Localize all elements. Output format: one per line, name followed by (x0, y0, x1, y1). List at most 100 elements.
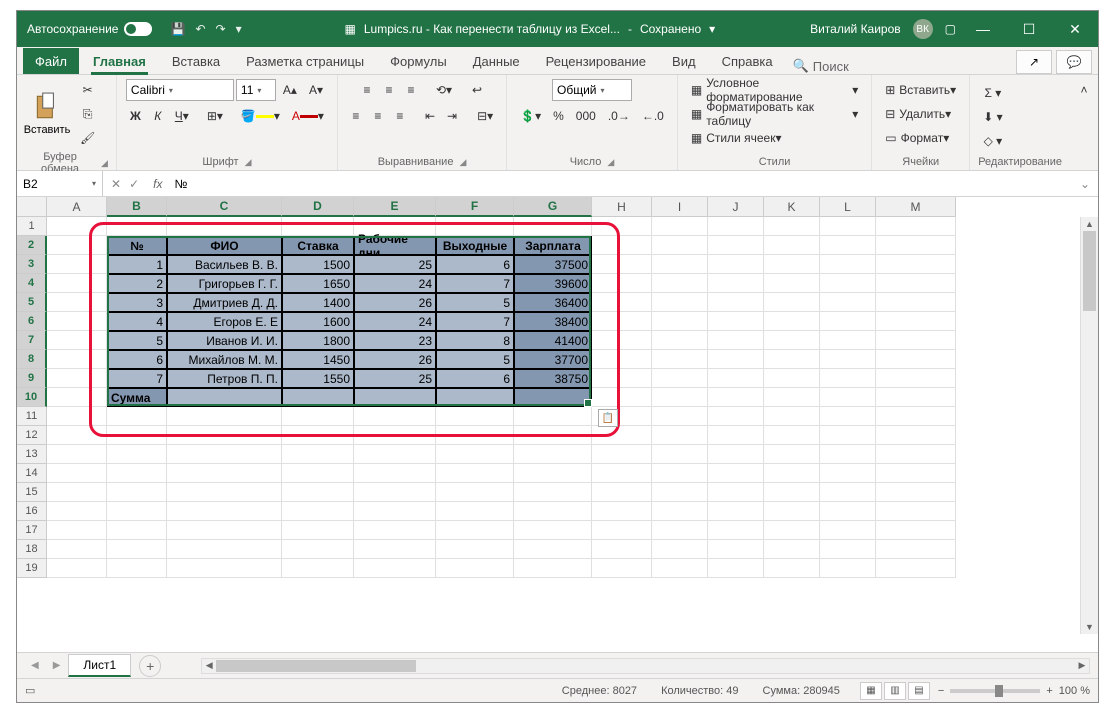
cell[interactable] (652, 464, 708, 483)
cell[interactable] (592, 559, 652, 578)
table-cell[interactable]: 8 (436, 331, 514, 350)
cell[interactable] (592, 483, 652, 502)
cell[interactable] (764, 388, 820, 407)
cell[interactable] (764, 426, 820, 445)
cell[interactable] (592, 274, 652, 293)
scroll-down-icon[interactable]: ▼ (1081, 620, 1098, 634)
table-cell[interactable]: 1550 (282, 369, 354, 388)
cell[interactable] (764, 502, 820, 521)
cell[interactable] (876, 369, 956, 388)
cell[interactable] (876, 388, 956, 407)
cell[interactable] (764, 540, 820, 559)
cell[interactable] (47, 445, 107, 464)
table-cell[interactable]: 37500 (514, 255, 592, 274)
page-layout-button[interactable]: ▥ (884, 682, 906, 700)
cell[interactable] (47, 293, 107, 312)
cell[interactable] (820, 255, 876, 274)
cell[interactable] (820, 540, 876, 559)
tab-Главная[interactable]: Главная (81, 48, 158, 74)
cell[interactable] (282, 521, 354, 540)
cell-styles-button[interactable]: ▦ Стили ячеек ▾ (686, 127, 787, 149)
cell[interactable] (354, 559, 436, 578)
cell[interactable] (820, 331, 876, 350)
cell[interactable] (592, 236, 652, 255)
fx-icon[interactable]: fx (147, 177, 168, 191)
row-header-18[interactable]: 18 (17, 540, 47, 559)
cell[interactable] (592, 293, 652, 312)
table-cell[interactable]: 26 (354, 293, 436, 312)
number-format-combo[interactable]: Общий▾ (552, 79, 632, 101)
cell[interactable] (708, 502, 764, 521)
col-header-J[interactable]: J (708, 197, 764, 217)
col-header-D[interactable]: D (282, 197, 354, 217)
table-cell[interactable]: 7 (436, 274, 514, 293)
cell[interactable] (354, 521, 436, 540)
table-cell[interactable]: Васильев В. В. (167, 255, 282, 274)
cell[interactable] (652, 559, 708, 578)
sheet-nav-prev[interactable]: ◀ (25, 660, 45, 671)
cell[interactable] (764, 293, 820, 312)
cell[interactable] (592, 217, 652, 236)
cell[interactable] (652, 369, 708, 388)
cell[interactable] (652, 350, 708, 369)
table-cell[interactable]: 6 (436, 369, 514, 388)
cell[interactable] (876, 559, 956, 578)
cell[interactable] (820, 464, 876, 483)
cell[interactable] (652, 217, 708, 236)
table-cell[interactable]: 37700 (514, 350, 592, 369)
row-header-5[interactable]: 5 (17, 293, 47, 312)
cell[interactable] (167, 407, 282, 426)
cell[interactable] (514, 559, 592, 578)
cell[interactable] (436, 483, 514, 502)
cell[interactable] (820, 274, 876, 293)
table-cell[interactable]: 5 (107, 331, 167, 350)
cell[interactable] (436, 540, 514, 559)
cell[interactable] (764, 312, 820, 331)
table-cell[interactable]: 39600 (514, 274, 592, 293)
collapse-ribbon-button[interactable]: ˄ (1074, 79, 1094, 101)
cell[interactable] (652, 274, 708, 293)
cell[interactable] (820, 521, 876, 540)
cell[interactable] (708, 540, 764, 559)
cell[interactable] (592, 540, 652, 559)
cell[interactable] (47, 236, 107, 255)
normal-view-button[interactable]: ▦ (860, 682, 882, 700)
cell[interactable] (876, 445, 956, 464)
row-header-11[interactable]: 11 (17, 407, 47, 426)
table-cell[interactable] (354, 388, 436, 407)
paste-button[interactable]: Вставить (25, 83, 69, 145)
cell[interactable] (514, 502, 592, 521)
cell[interactable] (354, 540, 436, 559)
cell[interactable] (436, 464, 514, 483)
cell[interactable] (47, 331, 107, 350)
cell[interactable] (820, 445, 876, 464)
cell[interactable] (514, 426, 592, 445)
fill-button[interactable]: ⬇ ▾ (978, 106, 1007, 128)
cell[interactable] (876, 293, 956, 312)
table-cell[interactable] (282, 388, 354, 407)
bold-button[interactable]: Ж (125, 105, 146, 127)
cell[interactable] (354, 407, 436, 426)
table-cell[interactable]: Михайлов М. М. (167, 350, 282, 369)
cell[interactable] (47, 426, 107, 445)
col-header-E[interactable]: E (354, 197, 436, 217)
cell[interactable] (282, 426, 354, 445)
cell[interactable] (876, 502, 956, 521)
cell[interactable] (708, 350, 764, 369)
cell[interactable] (708, 388, 764, 407)
cell[interactable] (592, 331, 652, 350)
cell[interactable] (652, 331, 708, 350)
expand-formula-icon[interactable]: ⌄ (1072, 177, 1098, 191)
cell[interactable] (47, 312, 107, 331)
cell[interactable] (282, 483, 354, 502)
add-sheet-button[interactable]: + (139, 655, 161, 677)
cell[interactable] (764, 483, 820, 502)
cell[interactable] (592, 464, 652, 483)
cell[interactable] (592, 369, 652, 388)
cell[interactable] (820, 388, 876, 407)
cell[interactable] (876, 217, 956, 236)
insert-cells-button[interactable]: ⊞ Вставить ▾ (880, 79, 961, 101)
cell[interactable] (708, 426, 764, 445)
cell[interactable] (820, 502, 876, 521)
cell[interactable] (47, 274, 107, 293)
